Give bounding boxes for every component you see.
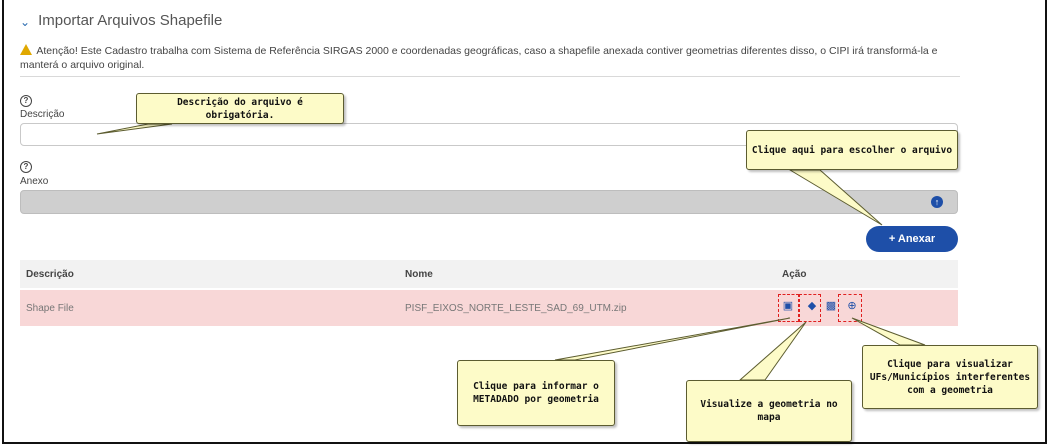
callout-choose-file: Clique aqui para escolher o arquivo <box>746 130 958 170</box>
callout-view-geometry: Visualize a geometria no mapa <box>686 380 852 442</box>
callout-metadata: Clique para informar o METADADO por geom… <box>457 360 615 426</box>
callout-description-required: Descrição do arquivo é obrigatória. <box>136 93 344 124</box>
callout-view-ufs: Clique para visualizar UFs/Municípios in… <box>862 345 1038 409</box>
